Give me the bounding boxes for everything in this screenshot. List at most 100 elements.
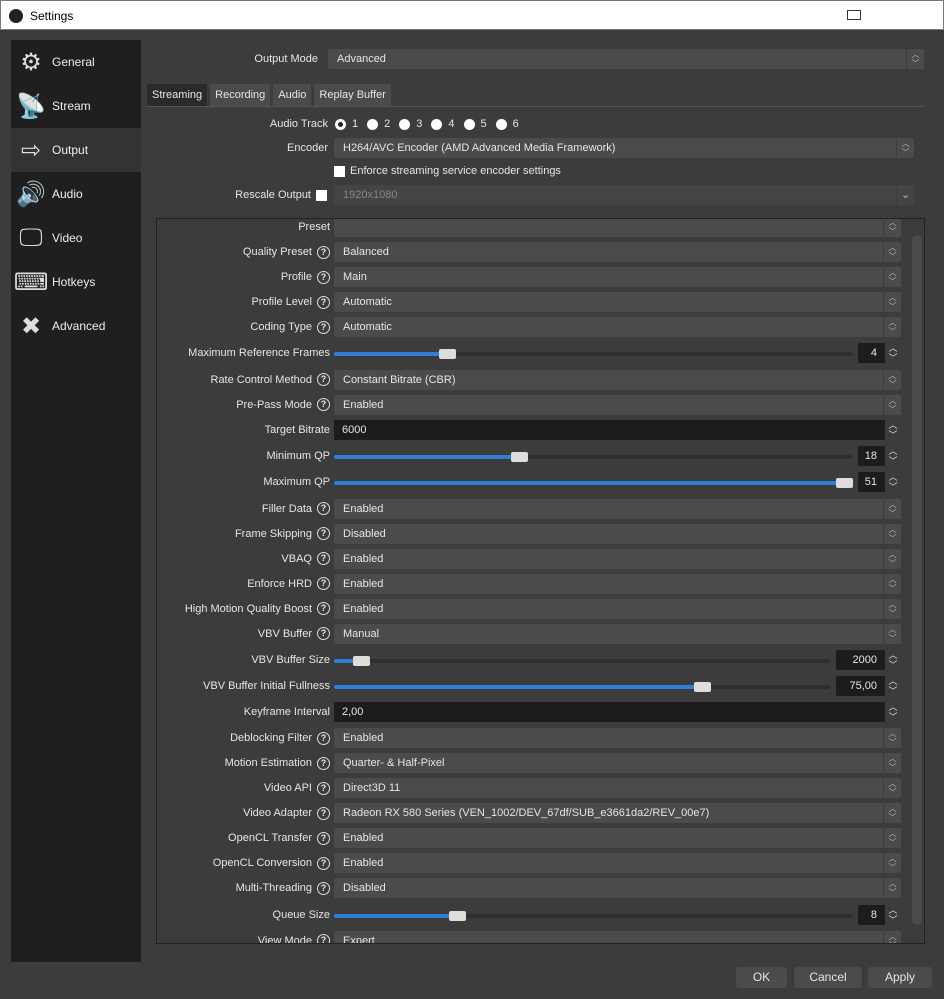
setting-select[interactable]: Main ︿ ﹀ — [334, 267, 901, 287]
spin-arrows-icon[interactable]: ︿ ﹀ — [885, 702, 901, 723]
setting-select[interactable]: Automatic ︿ ﹀ — [334, 292, 901, 312]
setting-select[interactable]: Constant Bitrate (CBR) ︿ ﹀ — [334, 369, 901, 390]
apply-button[interactable]: Apply — [868, 967, 932, 988]
rescale-checkbox[interactable] — [316, 190, 327, 201]
setting-select[interactable]: Enabled ︿ ﹀ — [334, 573, 901, 594]
help-icon[interactable]: ? — [317, 270, 330, 284]
output-mode-select[interactable]: Advanced ︿ ﹀ — [328, 49, 924, 69]
tab-replay-buffer[interactable]: Replay Buffer — [314, 84, 391, 106]
slider-handle[interactable] — [694, 682, 711, 693]
sidebar-item-hotkeys[interactable]: ⌨ Hotkeys — [11, 260, 141, 304]
sidebar-item-audio[interactable]: 🔊 Audio — [11, 172, 141, 216]
spin-arrows-icon[interactable]: ︿ ﹀ — [885, 419, 901, 440]
setting-spinbox[interactable]: 18 ︿ ﹀ — [858, 445, 901, 466]
help-icon[interactable]: ? — [317, 552, 330, 565]
setting-select[interactable]: Enabled ︿ ﹀ — [334, 598, 901, 619]
setting-select[interactable]: Enabled ︿ ﹀ — [334, 394, 901, 415]
help-icon[interactable]: ? — [317, 831, 330, 845]
ok-button[interactable]: OK — [736, 967, 787, 988]
sidebar-item-general[interactable]: ⚙ General — [11, 40, 141, 84]
slider-track[interactable] — [334, 349, 852, 360]
audio-track-radio-5[interactable]: 5 — [463, 118, 487, 130]
checkbox-icon[interactable] — [334, 165, 345, 177]
help-icon[interactable]: ? — [317, 781, 330, 795]
spin-arrows-icon[interactable]: ︿ ﹀ — [885, 472, 901, 493]
setting-spinbox[interactable]: 2000 ︿ ﹀ — [836, 649, 901, 670]
slider-handle[interactable] — [511, 451, 529, 462]
slider-handle[interactable] — [836, 478, 853, 489]
cancel-button[interactable]: Cancel — [794, 967, 862, 988]
audio-track-radio-4[interactable]: 4 — [431, 118, 455, 130]
help-icon[interactable]: ? — [317, 856, 330, 870]
slider-track[interactable] — [334, 682, 830, 693]
help-icon[interactable]: ? — [317, 881, 330, 895]
slider-track[interactable] — [334, 478, 853, 489]
spin-arrows-icon[interactable]: ︿ ﹀ — [885, 343, 901, 364]
help-icon[interactable]: ? — [317, 502, 330, 515]
spin-arrows-icon[interactable]: ︿ ﹀ — [885, 649, 901, 670]
help-icon[interactable]: ? — [317, 245, 330, 259]
setting-select[interactable]: ︿ ﹀ — [334, 219, 901, 237]
help-icon[interactable]: ? — [317, 627, 330, 640]
setting-spinbox[interactable]: 51 ︿ ﹀ — [858, 472, 901, 493]
help-icon[interactable]: ? — [317, 602, 330, 615]
audio-track-radio-3[interactable]: 3 — [399, 118, 422, 130]
help-icon[interactable]: ? — [317, 756, 330, 770]
window-control-icon[interactable] — [847, 10, 861, 20]
tab-recording[interactable]: Recording — [210, 84, 271, 106]
setting-input[interactable]: 6000 ︿ ﹀ — [334, 419, 901, 440]
setting-select[interactable]: Quarter- & Half-Pixel ︿ ﹀ — [334, 753, 901, 774]
setting-select[interactable]: Manual ︿ ﹀ — [334, 623, 901, 644]
setting-select[interactable]: Direct3D 11 ︿ ﹀ — [334, 778, 901, 799]
radio-icon[interactable] — [463, 118, 475, 130]
help-icon[interactable]: ? — [317, 806, 330, 820]
setting-select[interactable]: Enabled ︿ ﹀ — [334, 728, 901, 749]
slider-track[interactable] — [334, 910, 852, 921]
help-icon[interactable]: ? — [317, 320, 330, 334]
setting-select[interactable]: Disabled ︿ ﹀ — [334, 523, 901, 544]
slider-track[interactable] — [334, 655, 830, 666]
setting-spinbox[interactable]: 6000 ︿ ﹀ — [334, 419, 901, 440]
help-icon[interactable]: ? — [317, 373, 330, 387]
spin-arrows-icon[interactable]: ︿ ﹀ — [885, 445, 901, 466]
help-icon[interactable]: ? — [317, 527, 330, 540]
enforce-checkbox[interactable]: Enforce streaming service encoder settin… — [334, 165, 561, 177]
setting-select[interactable]: Automatic ︿ ﹀ — [334, 317, 901, 337]
help-icon[interactable]: ? — [317, 295, 330, 309]
spin-arrows-icon[interactable]: ︿ ﹀ — [885, 676, 901, 697]
setting-spinbox[interactable]: 2,00 ︿ ﹀ — [334, 702, 901, 723]
radio-icon[interactable] — [335, 118, 346, 130]
setting-spinbox[interactable]: 8 ︿ ﹀ — [858, 904, 901, 925]
setting-spinbox[interactable]: 75,00 ︿ ﹀ — [836, 676, 901, 697]
radio-icon[interactable] — [367, 118, 379, 130]
audio-track-radio-1[interactable]: 1 — [335, 118, 358, 130]
sidebar-item-output[interactable]: ⇨ Output — [11, 128, 141, 172]
rescale-select[interactable]: 1920x1080 ⌄ — [334, 185, 914, 205]
slider-handle[interactable] — [439, 349, 457, 360]
help-icon[interactable]: ? — [317, 577, 330, 590]
sidebar-item-video[interactable]: 🖵 Video — [11, 216, 141, 260]
help-icon[interactable]: ? — [317, 731, 330, 745]
help-icon[interactable]: ? — [317, 934, 330, 943]
audio-track-radio-6[interactable]: 6 — [495, 118, 519, 130]
radio-icon[interactable] — [399, 118, 411, 130]
setting-select[interactable]: Enabled ︿ ﹀ — [334, 828, 901, 849]
sidebar-item-stream[interactable]: 📡 Stream — [11, 84, 141, 128]
encoder-select[interactable]: H264/AVC Encoder (AMD Advanced Media Fra… — [334, 138, 914, 158]
setting-select[interactable]: Enabled ︿ ﹀ — [334, 853, 901, 874]
scrollbar[interactable] — [912, 235, 922, 925]
setting-spinbox[interactable]: 4 ︿ ﹀ — [858, 343, 901, 364]
setting-select[interactable]: Enabled ︿ ﹀ — [334, 498, 901, 519]
slider-track[interactable] — [334, 451, 852, 462]
setting-select[interactable]: Radeon RX 580 Series (VEN_1002/DEV_67df/… — [334, 803, 901, 824]
slider-handle[interactable] — [449, 910, 467, 921]
spin-arrows-icon[interactable]: ︿ ﹀ — [885, 904, 901, 925]
help-icon[interactable]: ? — [317, 398, 330, 412]
setting-select[interactable]: Disabled ︿ ﹀ — [334, 878, 901, 899]
slider-handle[interactable] — [353, 655, 371, 666]
sidebar-item-advanced[interactable]: ✖ Advanced — [11, 304, 141, 348]
tab-audio[interactable]: Audio — [273, 84, 312, 106]
radio-icon[interactable] — [495, 118, 507, 130]
setting-select[interactable]: Expert ︿﹀ — [334, 930, 901, 943]
setting-select[interactable]: Balanced ︿ ﹀ — [334, 242, 901, 262]
